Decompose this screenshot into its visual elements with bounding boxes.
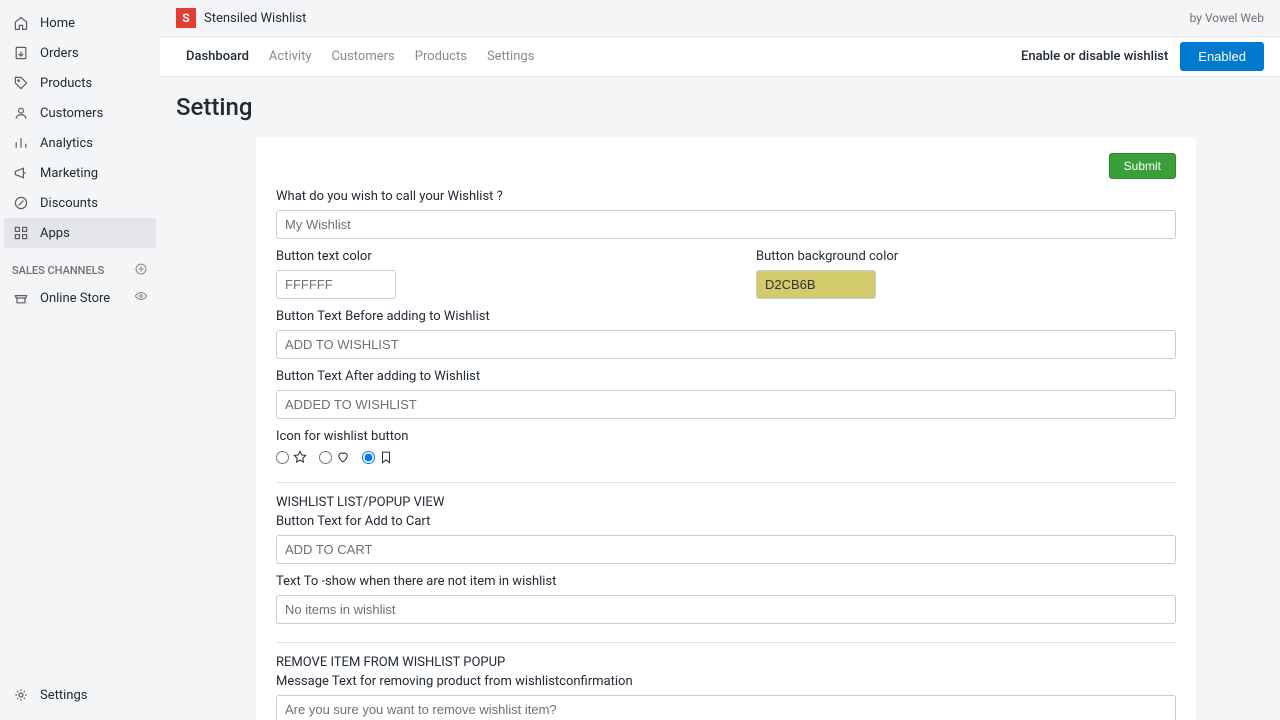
tab-dashboard[interactable]: Dashboard [176,37,259,76]
sidebar-item-label: Customers [40,106,103,121]
tag-icon [12,74,30,92]
addcart-label: Button Text for Add to Cart [276,514,1176,529]
sidebar: Home Orders Products Customers Analytics… [0,0,160,720]
divider [276,642,1176,643]
icon-option-bookmark[interactable] [362,450,393,464]
sidebar-item-label: Analytics [40,136,93,151]
orders-icon [12,44,30,62]
sidebar-item-label: Marketing [40,166,98,181]
discount-icon [12,194,30,212]
sidebar-item-online-store[interactable]: Online Store [0,283,160,313]
sidebar-item-label: Apps [40,226,70,241]
eye-icon[interactable] [134,289,148,307]
sidebar-section-channels: SALES CHANNELS [0,254,160,283]
text-color-label: Button text color [276,249,696,264]
apps-icon [12,224,30,242]
sidebar-item-home[interactable]: Home [0,8,160,38]
bg-color-label: Button background color [756,249,1176,264]
sidebar-item-discounts[interactable]: Discounts [0,188,160,218]
tab-products[interactable]: Products [405,37,477,76]
wishlist-name-input[interactable] [276,210,1176,239]
sidebar-item-label: Discounts [40,196,98,211]
heart-icon [336,450,350,464]
tab-activity[interactable]: Activity [259,37,322,76]
after-text-label: Button Text After adding to Wishlist [276,369,1176,384]
settings-card: Submit What do you wish to call your Wis… [256,137,1196,720]
bg-color-input[interactable] [756,270,876,299]
tab-settings[interactable]: Settings [477,37,544,76]
sidebar-item-label: Products [40,76,92,91]
before-text-input[interactable] [276,330,1176,359]
sidebar-item-marketing[interactable]: Marketing [0,158,160,188]
megaphone-icon [12,164,30,182]
section-popup-view: WISHLIST LIST/POPUP VIEW [276,495,1176,510]
after-text-input[interactable] [276,390,1176,419]
sidebar-item-customers[interactable]: Customers [0,98,160,128]
user-icon [12,104,30,122]
remove-msg-input[interactable] [276,695,1176,720]
star-icon [293,450,307,464]
addcart-input[interactable] [276,535,1176,564]
wishlist-name-label: What do you wish to call your Wishlist ? [276,189,1176,204]
sidebar-item-products[interactable]: Products [0,68,160,98]
before-text-label: Button Text Before adding to Wishlist [276,309,1176,324]
sidebar-item-settings[interactable]: Settings [0,680,160,710]
remove-msg-label: Message Text for removing product from w… [276,674,1176,689]
topbar: S Stensiled Wishlist by Vowel Web [160,0,1280,37]
sidebar-item-apps[interactable]: Apps [4,218,156,248]
sidebar-item-label: Orders [40,46,79,61]
brand-name: Stensiled Wishlist [204,11,306,26]
sidebar-item-label: Home [40,16,75,31]
toggle-label: Enable or disable wishlist [1021,49,1168,64]
icon-radio-group [276,450,1176,464]
icon-option-star[interactable] [276,450,307,464]
empty-text-input[interactable] [276,595,1176,624]
plus-circle-icon[interactable] [134,262,148,279]
brand-byline: by Vowel Web [1190,11,1264,25]
sidebar-item-orders[interactable]: Orders [0,38,160,68]
sidebar-section-label: SALES CHANNELS [12,264,104,277]
divider [276,482,1176,483]
icon-option-heart[interactable] [319,450,350,464]
sidebar-item-label: Online Store [40,291,110,306]
icon-choice-label: Icon for wishlist button [276,429,1176,444]
brand-icon: S [176,8,196,28]
sidebar-item-analytics[interactable]: Analytics [0,128,160,158]
chart-icon [12,134,30,152]
tab-customers[interactable]: Customers [321,37,404,76]
home-icon [12,14,30,32]
page-title: Setting [176,93,1264,121]
text-color-input[interactable] [276,270,396,299]
empty-text-label: Text To -show when there are not item in… [276,574,1176,589]
enabled-button[interactable]: Enabled [1180,42,1264,71]
sidebar-item-label: Settings [40,688,87,703]
submit-button[interactable]: Submit [1109,153,1176,179]
gear-icon [12,686,30,704]
bookmark-icon [379,450,393,464]
section-remove-popup: REMOVE ITEM FROM WISHLIST POPUP [276,655,1176,670]
subnav: Dashboard Activity Customers Products Se… [160,37,1280,77]
store-icon [12,289,30,307]
